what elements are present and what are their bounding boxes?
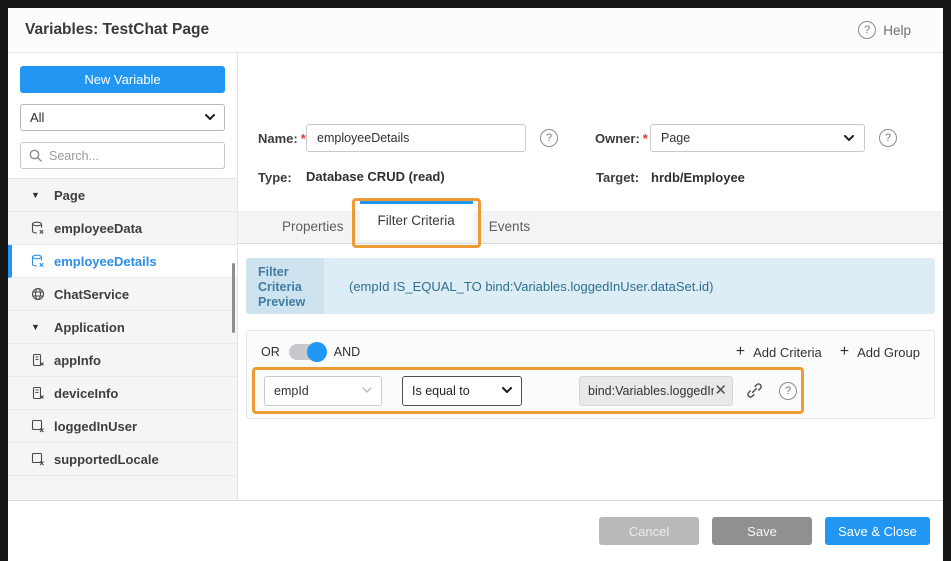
dialog-title: Variables: TestChat Page [25, 21, 209, 39]
or-label: OR [261, 345, 280, 359]
cancel-button[interactable]: Cancel [599, 517, 699, 545]
filter-criteria-panel: OR AND + Add Criteria + Add Group [246, 330, 935, 419]
help-circle-icon: ? [858, 21, 876, 39]
filter-criteria-preview: Filter Criteria Preview (empId IS_EQUAL_… [246, 258, 935, 314]
tree-item-deviceinfo[interactable]: deviceInfo [8, 377, 237, 410]
help-label: Help [883, 23, 911, 38]
tree-group-label: Page [54, 188, 85, 203]
new-variable-button[interactable]: New Variable [20, 66, 225, 93]
caret-down-icon: ▼ [31, 190, 45, 200]
chevron-down-icon [362, 387, 372, 394]
tree-item-label: ChatService [54, 287, 129, 302]
name-label: Name:* [258, 131, 306, 146]
tree-item-chatservice[interactable]: ChatService [8, 278, 237, 311]
sidebar-scrollbar[interactable] [232, 263, 235, 333]
owner-help-icon[interactable]: ? [879, 129, 897, 147]
tree-item-label: employeeDetails [54, 254, 157, 269]
save-and-close-button[interactable]: Save & Close [825, 517, 930, 545]
model-variable-icon [31, 419, 45, 433]
tree-item-label: employeeData [54, 221, 142, 236]
variables-sidebar: New Variable All ▼ Page [8, 53, 238, 500]
owner-select[interactable]: Page [650, 124, 865, 152]
clear-value-icon[interactable]: ✕ [714, 383, 727, 398]
bind-link-icon[interactable] [746, 382, 763, 399]
variables-dialog: Variables: TestChat Page ? Help New Vari… [8, 8, 943, 561]
chevron-down-icon [205, 114, 215, 121]
tree-item-loggedinuser[interactable]: loggedInUser [8, 410, 237, 443]
add-group-button[interactable]: + Add Group [840, 343, 920, 361]
tree-group-application[interactable]: ▼ Application [8, 311, 237, 344]
owner-label: Owner:* [595, 131, 648, 146]
search-input[interactable] [49, 149, 216, 163]
bind-value-chip[interactable]: bind:Variables.loggedInU ✕ [579, 376, 733, 406]
search-box [20, 142, 225, 169]
condition-select-value: Is equal to [412, 384, 470, 398]
add-group-label: Add Group [857, 345, 920, 360]
target-value: hrdb/Employee [651, 170, 745, 185]
or-and-toggle[interactable] [289, 344, 325, 360]
condition-select[interactable]: Is equal to [402, 376, 522, 406]
device-variable-icon [31, 386, 45, 400]
variable-type-filter-value: All [30, 110, 44, 125]
tree-item-employeedetails[interactable]: employeeDetails [8, 245, 237, 278]
chevron-down-icon [502, 387, 512, 394]
annotation-highlight-box: empId Is equal to bind:Variables.loggedI… [252, 367, 804, 414]
field-combobox[interactable]: empId [264, 376, 382, 406]
dialog-header: Variables: TestChat Page ? Help [8, 8, 943, 53]
tab-properties[interactable]: Properties [266, 211, 360, 243]
database-variable-icon [31, 221, 45, 235]
add-criteria-label: Add Criteria [753, 345, 822, 360]
criteria-help-icon[interactable]: ? [779, 382, 797, 400]
field-combobox-value: empId [274, 384, 309, 398]
tab-filter-criteria-label: Filter Criteria [378, 213, 455, 228]
preview-value: (empId IS_EQUAL_TO bind:Variables.logged… [324, 258, 935, 314]
save-button[interactable]: Save [712, 517, 812, 545]
plus-icon: + [840, 343, 849, 361]
tree-item-label: appInfo [54, 353, 101, 368]
chevron-down-icon [844, 135, 854, 142]
device-variable-icon [31, 353, 45, 367]
preview-label: Filter Criteria Preview [246, 258, 324, 314]
tree-item-appinfo[interactable]: appInfo [8, 344, 237, 377]
tree-item-label: loggedInUser [54, 419, 137, 434]
tree-item-label: supportedLocale [54, 452, 159, 467]
name-input[interactable] [306, 124, 526, 152]
tree-item-employeedata[interactable]: employeeData [8, 212, 237, 245]
tree-group-page[interactable]: ▼ Page [8, 179, 237, 212]
model-variable-icon [31, 452, 45, 466]
target-label: Target: [596, 170, 639, 185]
bind-value-text: bind:Variables.loggedInU [588, 384, 714, 398]
name-help-icon[interactable]: ? [540, 129, 558, 147]
service-globe-icon [31, 287, 45, 301]
variable-type-filter-select[interactable]: All [20, 104, 225, 131]
and-label: AND [334, 345, 360, 359]
help-button[interactable]: ? Help [858, 21, 911, 39]
plus-icon: + [736, 343, 745, 361]
tree-item-label: deviceInfo [54, 386, 118, 401]
add-criteria-button[interactable]: + Add Criteria [736, 343, 822, 361]
variables-tree: ▼ Page employeeData employeeDetails [8, 178, 237, 500]
caret-down-icon: ▼ [31, 322, 45, 332]
dialog-footer: Cancel Save Save & Close [8, 500, 943, 561]
type-label: Type: [258, 170, 292, 185]
database-variable-icon [31, 254, 45, 268]
tab-events[interactable]: Events [473, 211, 546, 243]
tree-item-supportedlocale[interactable]: supportedLocale [8, 443, 237, 476]
editor-tabbar: Properties Filter Criteria Events [238, 211, 943, 244]
tree-group-label: Application [54, 320, 125, 335]
type-value: Database CRUD (read) [306, 169, 445, 184]
variable-editor: Name:* ? Owner:* Page ? Type: Database C… [238, 53, 943, 500]
owner-select-value: Page [661, 131, 690, 145]
search-icon [29, 149, 42, 162]
tab-filter-criteria[interactable]: Filter Criteria [360, 201, 473, 240]
toggle-knob [307, 342, 327, 362]
